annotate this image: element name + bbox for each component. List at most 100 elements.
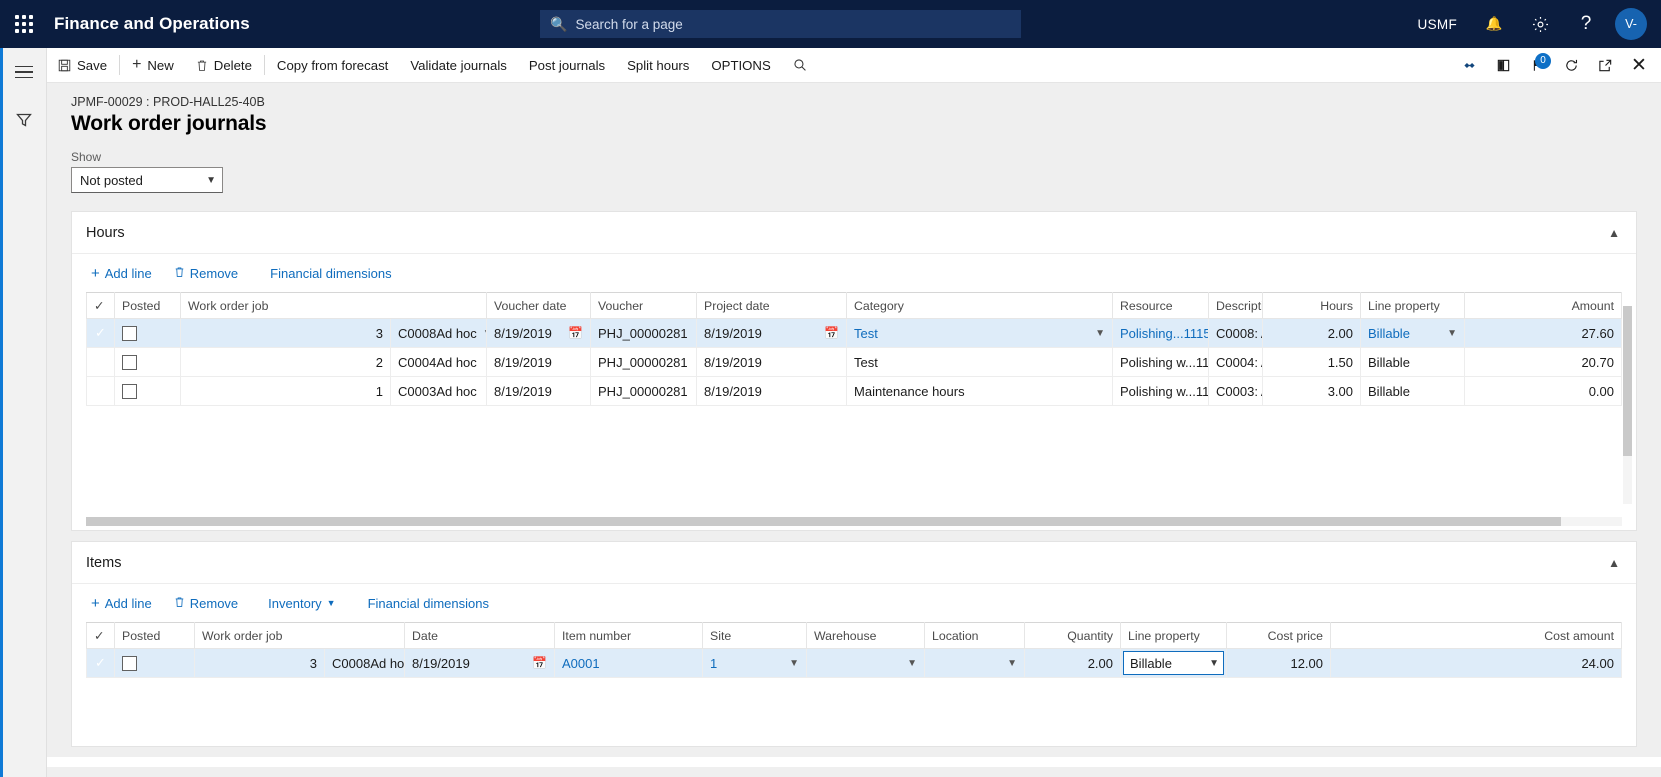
hours-cell-posted[interactable] [114, 347, 181, 377]
hours-cell-line-property[interactable]: Billable ▼ [1360, 318, 1466, 348]
items-cell-cost-amount[interactable]: 24.00 [1330, 648, 1622, 678]
hours-grid-vertical-scrollbar[interactable] [1623, 306, 1632, 504]
hours-col-category[interactable]: Category [846, 292, 1114, 319]
hours-remove-button[interactable]: Remove [165, 260, 247, 286]
posted-checkbox[interactable] [122, 355, 137, 371]
items-cell-job-code-type[interactable]: C0008 Ad hoc ▼ [323, 648, 406, 678]
hours-col-voucher[interactable]: Voucher [590, 292, 698, 319]
hours-cell-hours[interactable]: 3.00 [1262, 376, 1362, 406]
filter-funnel-icon[interactable] [0, 96, 47, 144]
split-hours-button[interactable]: Split hours [616, 48, 700, 82]
items-col-posted[interactable]: Posted [114, 622, 195, 649]
items-cell-posted[interactable] [114, 648, 195, 678]
posted-checkbox[interactable] [122, 384, 137, 400]
hours-cell-job-code-type[interactable]: C0003 Ad hoc ▼ [389, 376, 488, 406]
hours-cell-voucher[interactable]: PHJ_00000281 [590, 347, 698, 377]
calendar-icon[interactable]: 📅 [532, 656, 547, 670]
items-remove-button[interactable]: Remove [165, 590, 247, 616]
items-select-all-check[interactable]: ✓ [86, 622, 115, 649]
hours-cell-description[interactable]: C0004: Ad hoc [1208, 347, 1264, 377]
hours-cell-hours[interactable]: 1.50 [1262, 347, 1362, 377]
hours-cell-description[interactable]: C0008: Ad hoc [1208, 318, 1264, 348]
hours-cell-resource[interactable]: Polishing w... 1115 usmf ▼ [1112, 347, 1210, 377]
chevron-up-icon[interactable]: ▲ [1608, 226, 1620, 240]
chevron-down-icon[interactable]: ▼ [1095, 328, 1105, 339]
row-select-marker[interactable]: ✓ [86, 318, 115, 348]
items-add-line-button[interactable]: + Add line [82, 590, 161, 616]
action-pane-search-icon[interactable] [782, 48, 818, 82]
hours-section-header[interactable]: Hours ▲ [72, 212, 1636, 254]
items-inventory-button[interactable]: Inventory ▼ [259, 590, 344, 616]
hours-financial-dimensions-button[interactable]: Financial dimensions [261, 260, 400, 286]
table-row[interactable]: 2 C0004 Ad hoc ▼ 8/19/2019 PHJ_00000281 [86, 347, 1622, 377]
items-cell-item-number[interactable]: A0001 [554, 648, 704, 678]
items-cell-quantity[interactable]: 2.00 [1024, 648, 1122, 678]
items-section-header[interactable]: Items ▲ [72, 542, 1636, 584]
hours-cell-amount[interactable]: 20.70 [1464, 347, 1622, 377]
save-button[interactable]: Save [47, 48, 118, 82]
hours-grid-horizontal-scrollbar[interactable] [86, 517, 1622, 526]
items-col-quantity[interactable]: Quantity [1024, 622, 1122, 649]
hours-cell-category[interactable]: Test ▼ [846, 318, 1114, 348]
hours-col-description[interactable]: Description [1208, 292, 1264, 319]
items-cell-cost-price[interactable]: 12.00 [1226, 648, 1332, 678]
close-icon[interactable]: ✕ [1623, 49, 1655, 83]
hours-cell-job-number[interactable]: 3 [180, 318, 391, 348]
hours-col-amount[interactable]: Amount [1464, 292, 1622, 319]
hours-cell-project-date[interactable]: 8/19/2019 📅 [696, 318, 848, 348]
items-financial-dimensions-button[interactable]: Financial dimensions [359, 590, 498, 616]
calendar-icon[interactable]: 📅 [824, 326, 839, 340]
chevron-down-icon[interactable]: ▼ [907, 658, 917, 669]
table-row[interactable]: 1 C0003 Ad hoc ▼ 8/19/2019 PHJ_00000281 [86, 376, 1622, 406]
items-col-work-order-job[interactable]: Work order job [193, 622, 406, 649]
avatar[interactable]: V- [1615, 8, 1647, 40]
delete-button[interactable]: Delete [185, 48, 263, 82]
app-launcher-icon[interactable] [0, 0, 48, 48]
hamburger-menu-icon[interactable] [0, 48, 47, 96]
row-select-marker[interactable]: ✓ [86, 648, 115, 678]
refresh-icon[interactable] [1555, 49, 1587, 83]
hours-cell-project-date[interactable]: 8/19/2019 [696, 376, 848, 406]
posted-checkbox[interactable] [122, 326, 137, 342]
gear-icon[interactable] [1517, 0, 1563, 48]
hours-cell-project-date[interactable]: 8/19/2019 [696, 347, 848, 377]
hours-cell-job-code-type[interactable]: C0008 Ad hoc ▼ [389, 318, 488, 348]
table-row[interactable]: ✓ 3 C0008 Ad hoc ▼ [86, 318, 1622, 348]
hours-cell-voucher-date[interactable]: 8/19/2019 [486, 347, 592, 377]
hours-cell-category[interactable]: Maintenance hours [846, 376, 1114, 406]
popout-icon[interactable] [1589, 49, 1621, 83]
hours-add-line-button[interactable]: + Add line [82, 260, 161, 286]
attachments-link-icon[interactable] [1453, 49, 1485, 83]
hours-cell-job-number[interactable]: 2 [180, 347, 391, 377]
items-col-warehouse[interactable]: Warehouse [806, 622, 926, 649]
items-cell-site[interactable]: 1 ▼ [702, 648, 808, 678]
chevron-down-icon[interactable]: ▼ [483, 328, 486, 339]
items-cell-date[interactable]: 8/19/2019 📅 [404, 648, 556, 678]
hours-hscroll-thumb[interactable] [86, 517, 1561, 526]
chevron-down-icon[interactable]: ▼ [1007, 658, 1017, 669]
hours-cell-voucher[interactable]: PHJ_00000281 [590, 318, 698, 348]
question-icon[interactable]: ? [1563, 0, 1609, 48]
hours-col-work-order-job[interactable]: Work order job [179, 292, 488, 319]
new-button[interactable]: + New [121, 48, 185, 82]
hours-col-project-date[interactable]: Project date [696, 292, 848, 319]
hours-cell-resource[interactable]: Polishing w... 1115 usmf ▼ [1112, 376, 1210, 406]
items-line-property-select[interactable]: Billable ▼ [1123, 651, 1225, 675]
company-selector[interactable]: USMF [1404, 0, 1471, 48]
hours-select-all-check[interactable]: ✓ [86, 292, 115, 319]
hours-cell-line-property[interactable]: Billable [1360, 347, 1466, 377]
hours-cell-voucher-date[interactable]: 8/19/2019 📅 [486, 318, 592, 348]
show-select[interactable]: Not posted ▼ [71, 167, 223, 193]
hours-cell-job-code-type[interactable]: C0004 Ad hoc ▼ [389, 347, 488, 377]
options-button[interactable]: OPTIONS [700, 48, 781, 82]
notifications-flag-icon[interactable]: 0 [1521, 49, 1553, 83]
hours-scroll-thumb[interactable] [1623, 306, 1632, 456]
hours-cell-job-number[interactable]: 1 [180, 376, 391, 406]
row-select-marker[interactable] [86, 376, 115, 406]
hours-cell-posted[interactable] [114, 318, 181, 348]
items-col-location[interactable]: Location [924, 622, 1026, 649]
global-search-input[interactable]: 🔍 Search for a page [540, 10, 1021, 38]
open-in-new-window-icon[interactable] [1487, 49, 1519, 83]
calendar-icon[interactable]: 📅 [568, 326, 583, 340]
hours-col-hours[interactable]: Hours [1262, 292, 1362, 319]
